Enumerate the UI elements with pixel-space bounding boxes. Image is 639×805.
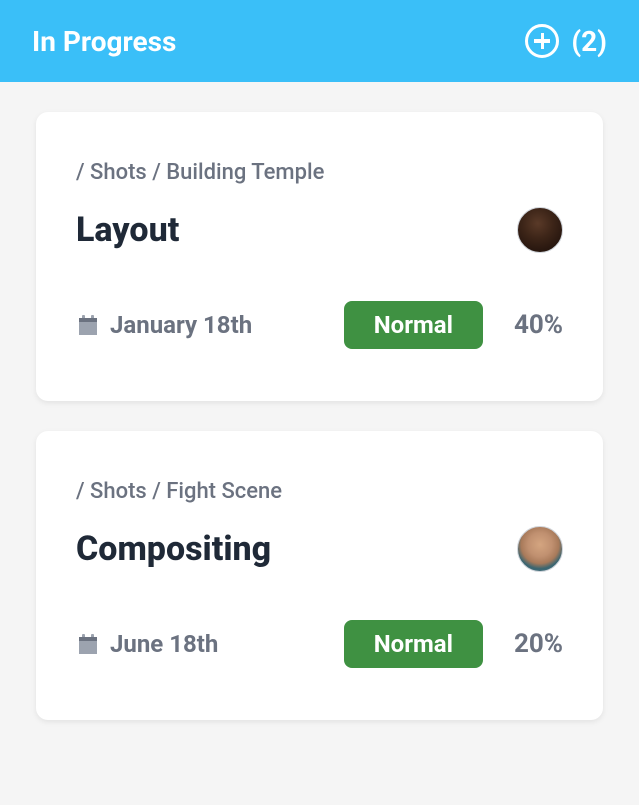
task-card[interactable]: / Shots / Building Temple Layout January…: [36, 112, 603, 401]
header-actions: (2): [525, 24, 607, 58]
due-date: January 18th: [110, 311, 252, 339]
progress-percent: 40%: [503, 310, 563, 340]
task-title: Compositing: [76, 529, 271, 569]
breadcrumb: / Shots / Building Temple: [76, 160, 563, 185]
calendar-icon: [76, 313, 100, 337]
priority-badge: Normal: [344, 620, 483, 668]
add-button[interactable]: [525, 24, 559, 58]
avatar[interactable]: [517, 526, 563, 572]
avatar[interactable]: [517, 207, 563, 253]
breadcrumb: / Shots / Fight Scene: [76, 479, 563, 504]
card-title-row: Compositing: [76, 526, 563, 572]
task-card[interactable]: / Shots / Fight Scene Compositing June 1…: [36, 431, 603, 720]
due-date: June 18th: [110, 630, 218, 658]
calendar-icon: [76, 632, 100, 656]
task-title: Layout: [76, 210, 179, 250]
column-header: In Progress (2): [0, 0, 639, 82]
task-count: (2): [571, 25, 607, 58]
card-meta-row: June 18th Normal 20%: [76, 620, 563, 668]
cards-container: / Shots / Building Temple Layout January…: [0, 82, 639, 750]
card-title-row: Layout: [76, 207, 563, 253]
priority-badge: Normal: [344, 301, 483, 349]
progress-percent: 20%: [503, 629, 563, 659]
date-section: January 18th: [76, 311, 252, 339]
date-section: June 18th: [76, 630, 218, 658]
card-meta-row: January 18th Normal 40%: [76, 301, 563, 349]
column-title: In Progress: [32, 25, 176, 58]
